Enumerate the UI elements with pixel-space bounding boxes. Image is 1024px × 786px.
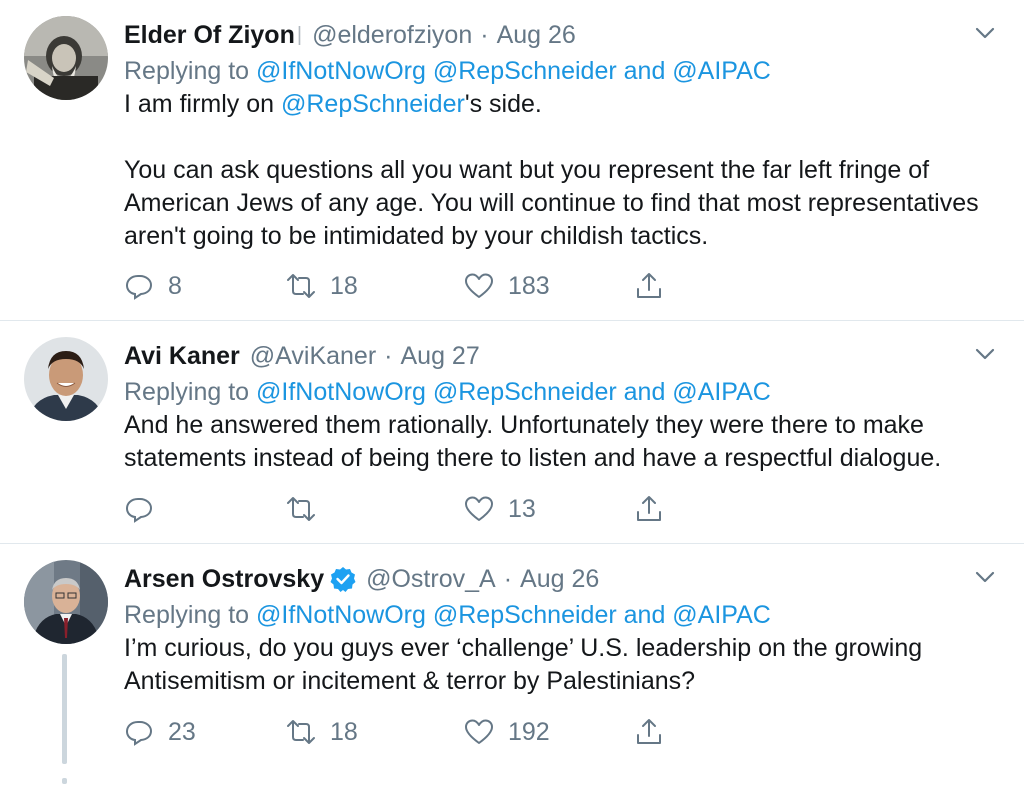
share-button[interactable] — [634, 266, 664, 306]
mention-aipac[interactable]: @AIPAC — [672, 378, 771, 406]
author-name[interactable]: Arsen Ostrovsky — [124, 562, 324, 596]
replying-to: Replying to @IfNotNowOrg @RepSchneider a… — [124, 54, 771, 88]
mention-ifnotnoworg[interactable]: @IfNotNowOrg — [256, 601, 426, 629]
chevron-down-icon[interactable] — [974, 566, 996, 588]
tweet-header: Elder Of Ziyon | @elderofziyon · Aug 26 — [124, 18, 576, 52]
tweet-text: I’m curious, do you guys ever ‘challenge… — [124, 634, 923, 695]
mention-aipac[interactable]: @AIPAC — [672, 57, 771, 85]
reply-count: 23 — [168, 717, 196, 746]
like-button[interactable]: 183 — [464, 266, 550, 306]
like-button[interactable]: 13 — [464, 489, 536, 529]
reply-button[interactable]: 23 — [124, 712, 196, 752]
share-icon — [637, 496, 661, 521]
reply-button[interactable] — [124, 489, 168, 529]
replying-to-label: Replying to — [124, 57, 257, 85]
author-handle[interactable]: @Ostrov_A — [366, 562, 496, 596]
reply-count: 8 — [168, 271, 182, 300]
tweet-3[interactable]: Arsen Ostrovsky @Ostrov_A · Aug 26 Reply… — [0, 544, 1024, 786]
share-button[interactable] — [634, 489, 664, 529]
reply-icon — [125, 721, 153, 746]
retweet-icon — [287, 720, 315, 744]
avatar-image — [24, 16, 108, 100]
mention-repschneider[interactable]: @RepSchneider — [433, 601, 617, 629]
avatar-image — [24, 560, 108, 644]
like-icon — [465, 719, 493, 744]
tweet-date[interactable]: Aug 26 — [520, 562, 599, 596]
retweet-icon — [287, 497, 315, 521]
chevron-down-icon[interactable] — [974, 343, 996, 365]
like-count: 192 — [508, 717, 550, 746]
reply-icon — [125, 275, 153, 300]
avatar-elderofziyon[interactable] — [24, 16, 108, 100]
retweet-count: 18 — [330, 717, 358, 746]
retweet-count: 18 — [330, 271, 358, 300]
tweet-header: Avi Kaner @AviKaner · Aug 27 — [124, 339, 480, 373]
verified-badge-icon — [330, 567, 356, 592]
share-icon — [637, 273, 661, 298]
mention-repschneider[interactable]: @RepSchneider — [433, 57, 617, 85]
retweet-button[interactable] — [286, 489, 330, 529]
mention-ifnotnoworg[interactable]: @IfNotNowOrg — [256, 57, 426, 85]
tweet-1[interactable]: Elder Of Ziyon | @elderofziyon · Aug 26 … — [0, 0, 1024, 320]
replying-to-label: Replying to — [124, 601, 257, 629]
avatar-ostrov-a[interactable] — [24, 560, 108, 644]
tweet-text: I am firmly on @RepSchneider's side. You… — [124, 88, 1004, 253]
separator-dot: · — [480, 21, 489, 49]
avatar-avikaner[interactable] — [24, 337, 108, 421]
reply-icon — [125, 498, 153, 523]
like-count: 183 — [508, 271, 550, 300]
thread-connector-line — [62, 654, 67, 764]
like-icon — [465, 496, 493, 521]
tweet-header: Arsen Ostrovsky @Ostrov_A · Aug 26 — [124, 562, 599, 596]
chevron-down-icon[interactable] — [974, 22, 996, 44]
author-handle[interactable]: @AviKaner — [250, 339, 376, 373]
thread-connector-dot — [62, 778, 67, 784]
replying-to: Replying to @IfNotNowOrg @RepSchneider a… — [124, 598, 771, 632]
mention-repschneider[interactable]: @RepSchneider — [433, 378, 617, 406]
retweet-button[interactable]: 18 — [286, 712, 358, 752]
like-icon — [465, 273, 493, 298]
avatar-image — [24, 337, 108, 421]
name-suffix: | — [296, 24, 303, 46]
tweet-text: And he answered them rationally. Unfortu… — [124, 411, 942, 472]
share-button[interactable] — [634, 712, 664, 752]
mention-aipac[interactable]: @AIPAC — [672, 601, 771, 629]
tweet-date[interactable]: Aug 27 — [401, 339, 480, 373]
separator-dot: · — [503, 565, 513, 593]
replying-and[interactable]: and — [617, 378, 673, 406]
author-handle[interactable]: @elderofziyon — [312, 18, 472, 52]
replying-and[interactable]: and — [617, 601, 673, 629]
share-icon — [637, 719, 661, 744]
retweet-icon — [287, 274, 315, 298]
retweet-button[interactable]: 18 — [286, 266, 358, 306]
mention-ifnotnoworg[interactable]: @IfNotNowOrg — [256, 378, 426, 406]
author-name[interactable]: Elder Of Ziyon — [124, 18, 295, 52]
tweet-date[interactable]: Aug 26 — [497, 18, 576, 52]
separator-dot: · — [384, 342, 393, 370]
reply-button[interactable]: 8 — [124, 266, 182, 306]
replying-to: Replying to @IfNotNowOrg @RepSchneider a… — [124, 375, 771, 409]
mention-repschneider-inline[interactable]: @RepSchneider — [281, 90, 465, 118]
tweet-2[interactable]: Avi Kaner @AviKaner · Aug 27 Replying to… — [0, 321, 1024, 543]
tweet-text-pre: I am firmly on — [124, 90, 281, 118]
author-name[interactable]: Avi Kaner — [124, 339, 240, 373]
like-button[interactable]: 192 — [464, 712, 550, 752]
like-count: 13 — [508, 494, 536, 523]
replying-to-label: Replying to — [124, 378, 257, 406]
replying-and[interactable]: and — [617, 57, 673, 85]
